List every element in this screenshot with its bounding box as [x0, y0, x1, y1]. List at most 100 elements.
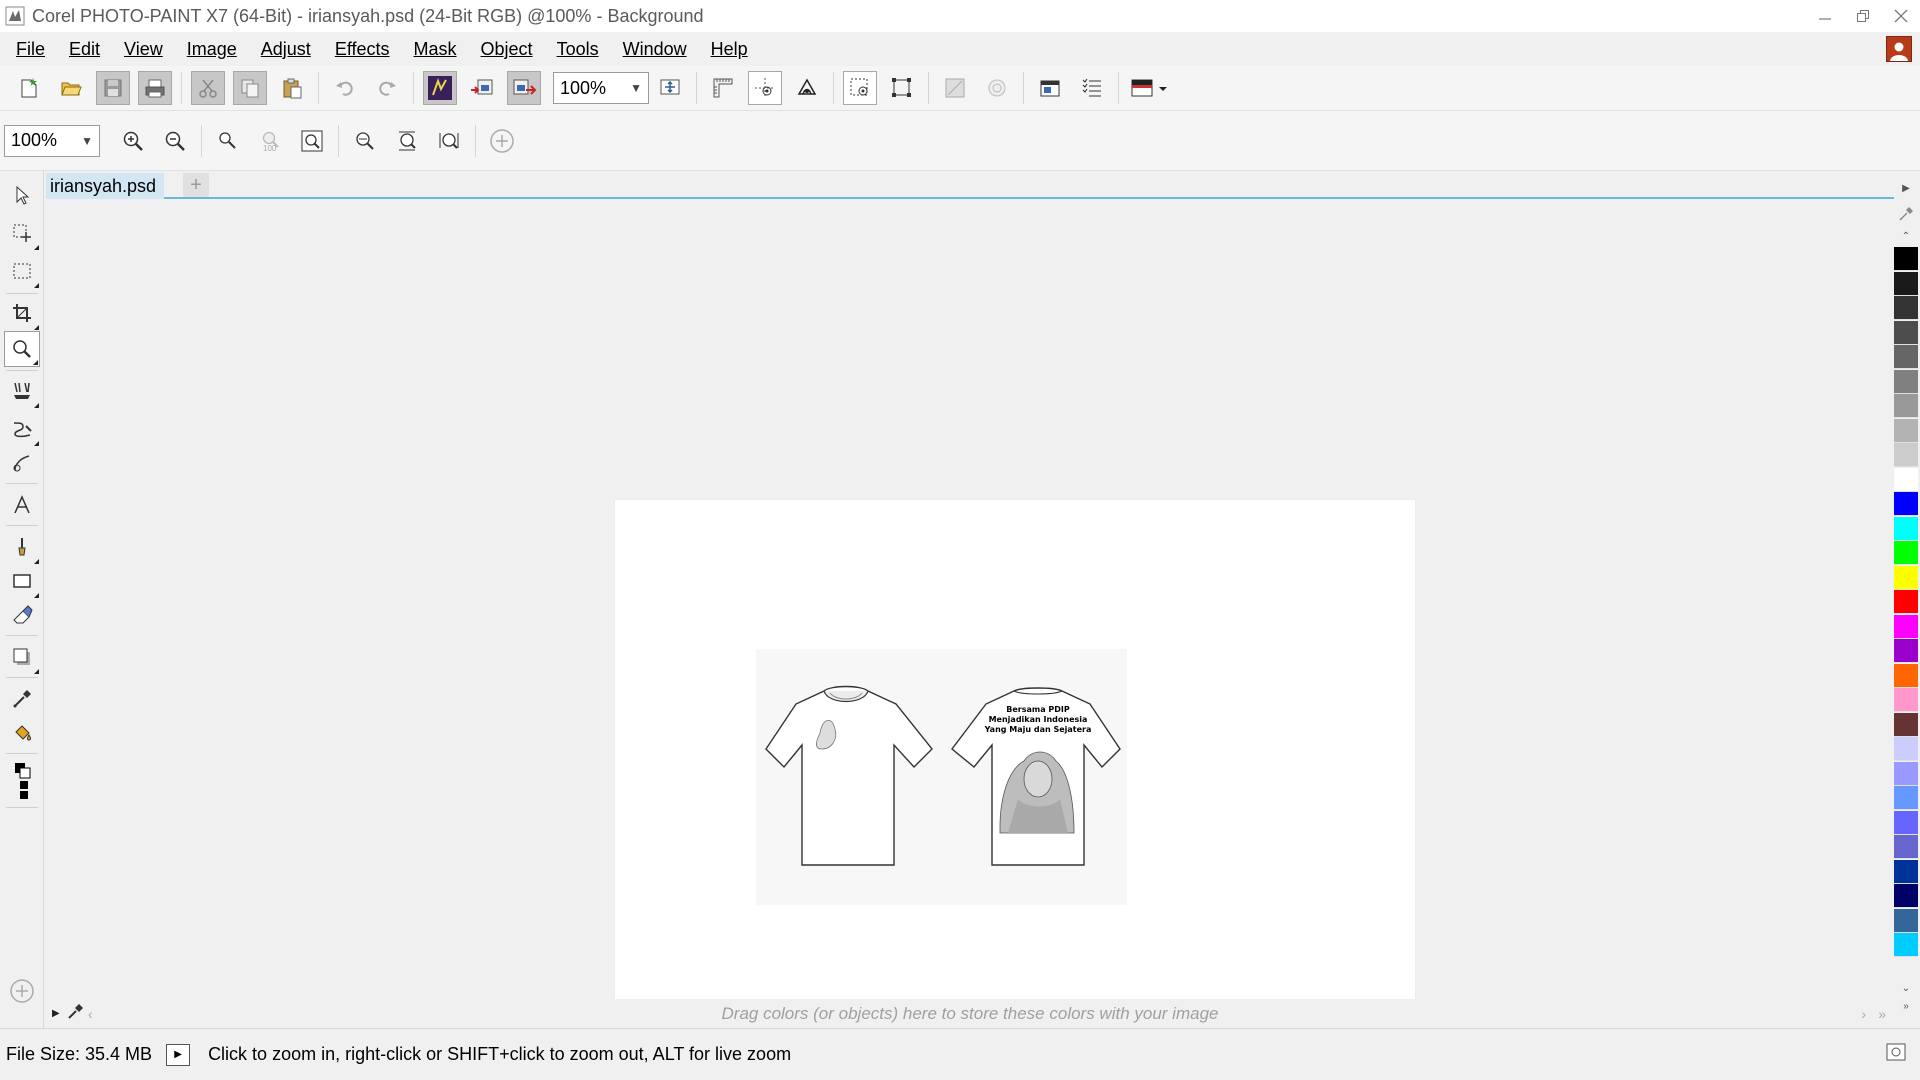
zoom-to-height-icon[interactable]: [390, 124, 424, 158]
palette-swatch[interactable]: [1894, 418, 1918, 443]
palette-swatch[interactable]: [1894, 908, 1918, 933]
corel-connect-icon[interactable]: [423, 71, 457, 105]
palette-swatch[interactable]: [1894, 565, 1918, 590]
tab-iriansyah-psd[interactable]: iriansyah.psd: [46, 173, 165, 199]
palette-flyout-arrow-icon[interactable]: ▶: [1894, 179, 1918, 197]
palette-eyedropper-icon[interactable]: [1894, 205, 1918, 223]
restore-button[interactable]: [1844, 0, 1882, 32]
full-screen-preview-icon[interactable]: [653, 71, 687, 105]
rectangle-tool-icon[interactable]: [4, 563, 40, 599]
eraser-tool-icon[interactable]: [4, 597, 40, 633]
minimize-button[interactable]: [1806, 0, 1844, 32]
zoom-to-width-icon[interactable]: [348, 124, 382, 158]
menu-edit[interactable]: Edit: [57, 32, 112, 66]
cut-icon[interactable]: [191, 71, 225, 105]
palette-swatch[interactable]: [1894, 737, 1918, 761]
palette-swatch[interactable]: [1894, 271, 1918, 296]
menu-help[interactable]: Help: [699, 32, 760, 66]
palette-swatch[interactable]: [1894, 296, 1918, 320]
palette-swatch[interactable]: [1894, 394, 1918, 418]
save-button[interactable]: [96, 71, 130, 105]
palette-swatch[interactable]: [1894, 492, 1918, 516]
drop-shadow-tool-icon[interactable]: [4, 639, 40, 675]
application-launcher-icon[interactable]: [1033, 71, 1067, 105]
new-document-button[interactable]: [12, 71, 46, 105]
palette-swatch[interactable]: [1894, 688, 1918, 712]
menu-effects[interactable]: Effects: [323, 32, 402, 66]
menu-window[interactable]: Window: [611, 32, 699, 66]
mask-overlay-icon[interactable]: [938, 71, 972, 105]
palette-swatch[interactable]: [1894, 712, 1918, 737]
palette-swatch[interactable]: [1894, 443, 1918, 467]
open-folder-button[interactable]: [54, 71, 88, 105]
palette-swatch[interactable]: [1894, 884, 1918, 908]
palette-swatch[interactable]: [1894, 345, 1918, 369]
workspace[interactable]: Bersama PDIP Menjadikan Indonesia Yang M…: [46, 201, 1894, 1080]
transform-tool-icon[interactable]: [4, 215, 40, 251]
palette-expand-icon[interactable]: »: [1894, 997, 1918, 1015]
close-button[interactable]: [1882, 0, 1920, 32]
zoom-level-combo[interactable]: 100% ▼: [553, 72, 649, 104]
lock-mask-icon[interactable]: [980, 71, 1014, 105]
menu-adjust[interactable]: Adjust: [249, 32, 323, 66]
customize-toolbox-icon[interactable]: [4, 973, 40, 1009]
rectangle-mask-tool-icon[interactable]: [4, 253, 40, 289]
text-tool-icon[interactable]: [4, 487, 40, 523]
menu-file[interactable]: File: [4, 32, 57, 66]
palette-swatch[interactable]: [1894, 786, 1918, 810]
palette-swatch[interactable]: [1894, 639, 1918, 663]
zoom-to-page-icon[interactable]: [432, 124, 466, 158]
status-bar-options-icon[interactable]: [1886, 1043, 1906, 1066]
palette-swatch[interactable]: [1894, 541, 1918, 565]
zoom-to-selected-icon[interactable]: [211, 124, 245, 158]
menu-object[interactable]: Object: [469, 32, 545, 66]
user-icon[interactable]: [1886, 36, 1912, 62]
print-button[interactable]: [138, 71, 172, 105]
palette-swatch[interactable]: [1894, 761, 1918, 786]
window-layout-icon[interactable]: [1128, 71, 1172, 105]
image-canvas[interactable]: Bersama PDIP Menjadikan Indonesia Yang M…: [615, 500, 1415, 1080]
pick-tool-icon[interactable]: [4, 177, 40, 213]
snap-to-icon[interactable]: [790, 71, 824, 105]
paint-tool-icon[interactable]: [4, 529, 40, 565]
smear-tool-icon[interactable]: [4, 411, 40, 447]
palette-swatch[interactable]: [1894, 859, 1918, 884]
zoom-tool-icon[interactable]: [4, 331, 40, 367]
liquid-smear-tool-icon[interactable]: [4, 445, 40, 481]
rulers-icon[interactable]: [706, 71, 740, 105]
options-icon[interactable]: [1075, 71, 1109, 105]
copy-icon[interactable]: [233, 71, 267, 105]
zoom-in-icon[interactable]: [116, 124, 150, 158]
palette-swatch[interactable]: [1894, 835, 1918, 859]
palette-scroll-up-icon[interactable]: ⌃: [1894, 227, 1918, 245]
palette-scroll-down-icon[interactable]: ⌄: [1894, 979, 1918, 997]
color-control-icon[interactable]: [4, 757, 40, 805]
menu-image[interactable]: Image: [175, 32, 249, 66]
palette-swatch[interactable]: [1894, 614, 1918, 639]
palette-swatch[interactable]: [1894, 590, 1918, 614]
menu-tools[interactable]: Tools: [545, 32, 611, 66]
red-eye-tool-icon[interactable]: [4, 373, 40, 409]
fill-tool-icon[interactable]: [4, 715, 40, 751]
eyedropper-tool-icon[interactable]: [4, 681, 40, 717]
palette-swatch[interactable]: [1894, 516, 1918, 541]
zoom-property-combo[interactable]: 100% ▼: [4, 124, 100, 157]
status-info-toggle[interactable]: ▶: [166, 1043, 191, 1066]
mask-marquee-icon[interactable]: [843, 71, 877, 105]
export-icon[interactable]: [507, 71, 541, 105]
document-color-palette[interactable]: ▶ ‹ Drag colors (or objects) here to sto…: [46, 999, 1894, 1028]
guidelines-icon[interactable]: [748, 71, 782, 105]
palette-swatch[interactable]: [1894, 467, 1918, 492]
scroll-right-icon[interactable]: ›: [1861, 1006, 1866, 1022]
undo-icon[interactable]: [328, 71, 362, 105]
zoom-100-icon[interactable]: 100: [253, 124, 287, 158]
paste-icon[interactable]: [275, 71, 309, 105]
more-icon[interactable]: »: [1878, 1006, 1886, 1022]
add-toolbar-button-icon[interactable]: [485, 124, 519, 158]
crop-tool-icon[interactable]: [4, 295, 40, 331]
palette-swatch[interactable]: [1894, 933, 1918, 957]
new-tab-plus-icon[interactable]: +: [183, 173, 209, 197]
palette-swatch[interactable]: [1894, 810, 1918, 835]
menu-view[interactable]: View: [112, 32, 175, 66]
palette-swatch[interactable]: [1894, 369, 1918, 394]
